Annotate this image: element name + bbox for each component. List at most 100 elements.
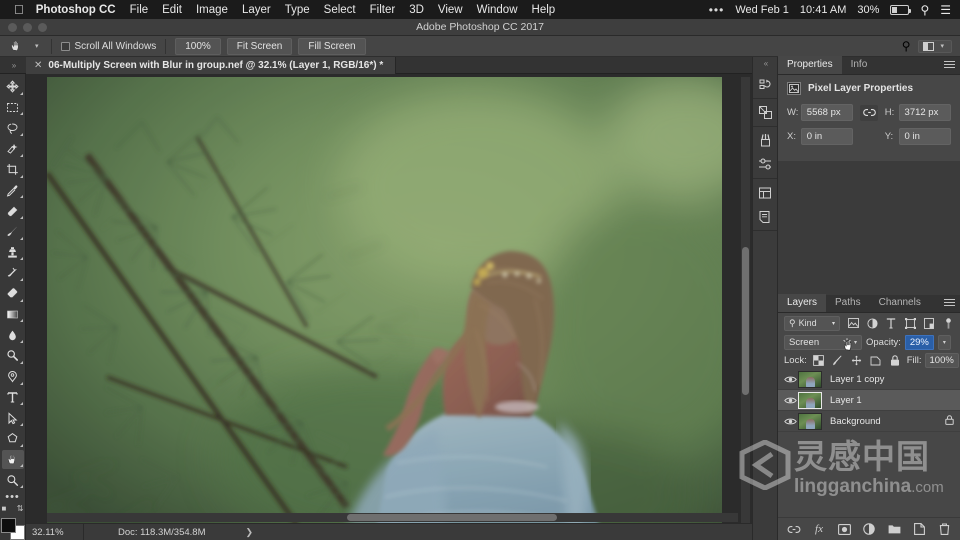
- adjustment-filter-icon[interactable]: [866, 317, 878, 330]
- canvas-vertical-scrollbar[interactable]: [741, 77, 750, 525]
- layer-thumbnail[interactable]: [798, 391, 822, 409]
- expand-panels-icon[interactable]: «: [753, 57, 779, 70]
- document-canvas[interactable]: [47, 77, 722, 525]
- layer-thumbnail[interactable]: [798, 370, 822, 388]
- workspace-switcher-button[interactable]: ▾: [918, 39, 952, 53]
- layer-thumbnail[interactable]: [798, 412, 822, 430]
- move-tool[interactable]: [2, 77, 24, 97]
- zoom-tool[interactable]: [2, 470, 24, 490]
- pixel-filter-icon[interactable]: [847, 317, 859, 330]
- vertical-scroll-thumb[interactable]: [742, 247, 749, 395]
- new-group-icon[interactable]: [887, 522, 901, 536]
- opacity-input[interactable]: 29%: [904, 334, 934, 350]
- lock-all-icon[interactable]: [889, 354, 901, 367]
- libraries-icon[interactable]: [754, 183, 776, 202]
- history-brush-tool[interactable]: [2, 263, 24, 283]
- menu-image[interactable]: Image: [196, 4, 228, 16]
- brush-presets-icon[interactable]: [754, 131, 776, 150]
- menu-select[interactable]: Select: [324, 4, 356, 16]
- menu-edit[interactable]: Edit: [162, 4, 182, 16]
- history-icon[interactable]: [754, 75, 776, 94]
- menu-3d[interactable]: 3D: [409, 4, 424, 16]
- eraser-tool[interactable]: [2, 284, 24, 304]
- new-layer-icon[interactable]: [912, 522, 926, 536]
- shape-tool[interactable]: [2, 429, 24, 449]
- menu-app-name[interactable]: Photoshop CC: [36, 4, 116, 16]
- fill-screen-button[interactable]: Fill Screen: [298, 37, 366, 55]
- width-input[interactable]: 5568 px: [800, 104, 854, 121]
- horizontal-scroll-thumb[interactable]: [347, 514, 557, 521]
- filter-kind-select[interactable]: ⚲ Kind ▾: [784, 315, 840, 331]
- fill-input[interactable]: 100%: [924, 352, 959, 368]
- document-tab[interactable]: ✕ 06-Multiply Screen with Blur in group.…: [26, 57, 397, 74]
- lock-artboard-nesting-icon[interactable]: [870, 354, 882, 367]
- y-input[interactable]: 0 in: [898, 128, 951, 145]
- actions-icon[interactable]: [754, 103, 776, 122]
- swap-colors-icon[interactable]: ⇅: [17, 504, 24, 513]
- tab-properties[interactable]: Properties: [778, 56, 842, 74]
- dodge-tool[interactable]: [2, 346, 24, 366]
- menu-help[interactable]: Help: [532, 4, 556, 16]
- layer-name[interactable]: Layer 1: [830, 395, 862, 406]
- apple-icon[interactable]: : [14, 3, 24, 16]
- layer-name[interactable]: Layer 1 copy: [830, 374, 884, 385]
- lock-image-pixels-icon[interactable]: [832, 354, 844, 367]
- tab-paths[interactable]: Paths: [826, 294, 870, 312]
- pen-tool[interactable]: [2, 367, 24, 387]
- gradient-tool[interactable]: [2, 305, 24, 325]
- color-swatches[interactable]: [0, 517, 25, 540]
- shape-filter-icon[interactable]: [904, 317, 916, 330]
- layer-visibility-icon[interactable]: [782, 417, 798, 426]
- type-tool[interactable]: [2, 388, 24, 408]
- tab-layers[interactable]: Layers: [778, 294, 827, 312]
- table-row[interactable]: Background: [778, 411, 960, 432]
- type-filter-icon[interactable]: [885, 317, 897, 330]
- brush-tool[interactable]: [2, 222, 24, 242]
- path-selection-tool[interactable]: [2, 408, 24, 428]
- crop-tool[interactable]: [2, 160, 24, 180]
- table-row[interactable]: Layer 1: [778, 390, 960, 411]
- scroll-all-windows-checkbox[interactable]: Scroll All Windows: [60, 41, 156, 52]
- zoom-100-button[interactable]: 100%: [175, 37, 221, 55]
- foreground-color-swatch[interactable]: [0, 517, 16, 533]
- layers-panel-menu-icon[interactable]: [944, 299, 955, 308]
- menu-file[interactable]: File: [130, 4, 149, 16]
- link-icon[interactable]: [860, 104, 878, 121]
- tool-preset-chevron-icon[interactable]: ▾: [32, 42, 42, 50]
- spot-healing-brush-tool[interactable]: [2, 201, 24, 221]
- lasso-tool[interactable]: [2, 118, 24, 138]
- zoom-level-field[interactable]: 32.11%: [26, 523, 84, 540]
- search-icon[interactable]: ⚲: [920, 3, 929, 17]
- smart-object-filter-icon[interactable]: [923, 317, 935, 330]
- blend-mode-select[interactable]: Screen ▾: [784, 334, 862, 350]
- menu-view[interactable]: View: [438, 4, 463, 16]
- opacity-slider-chevron-icon[interactable]: ▾: [937, 334, 951, 350]
- chevron-right-icon[interactable]: ❯: [245, 527, 253, 538]
- document-info-field[interactable]: Doc: 118.3M/354.8M ❯: [84, 527, 253, 538]
- collapse-panel-icon[interactable]: »: [2, 58, 26, 73]
- eyedropper-tool[interactable]: [2, 181, 24, 201]
- tab-channels[interactable]: Channels: [870, 294, 930, 312]
- clone-stamp-tool[interactable]: [2, 243, 24, 263]
- close-icon[interactable]: ✕: [34, 60, 42, 71]
- lock-transparent-pixels-icon[interactable]: [813, 354, 825, 367]
- quick-selection-tool[interactable]: [2, 139, 24, 159]
- menu-filter[interactable]: Filter: [370, 4, 396, 16]
- menu-overflow-icon[interactable]: •••: [709, 3, 725, 17]
- filter-toggle-icon[interactable]: [942, 317, 954, 330]
- properties-panel-menu-icon[interactable]: [944, 61, 955, 70]
- layer-style-fx-icon[interactable]: fx: [812, 522, 826, 536]
- hand-tool[interactable]: [1, 449, 24, 470]
- adjustments-icon[interactable]: [754, 155, 776, 174]
- delete-layer-icon[interactable]: [937, 522, 951, 536]
- control-center-icon[interactable]: ☰: [940, 3, 951, 17]
- menu-layer[interactable]: Layer: [242, 4, 271, 16]
- hand-tool-icon[interactable]: [6, 38, 26, 55]
- fit-screen-button[interactable]: Fit Screen: [226, 37, 293, 55]
- layer-name[interactable]: Background: [830, 416, 881, 427]
- new-adjustment-layer-icon[interactable]: [862, 522, 876, 536]
- x-input[interactable]: 0 in: [800, 128, 854, 145]
- height-input[interactable]: 3712 px: [898, 104, 951, 121]
- link-layers-icon[interactable]: [787, 522, 801, 536]
- add-layer-mask-icon[interactable]: [837, 522, 851, 536]
